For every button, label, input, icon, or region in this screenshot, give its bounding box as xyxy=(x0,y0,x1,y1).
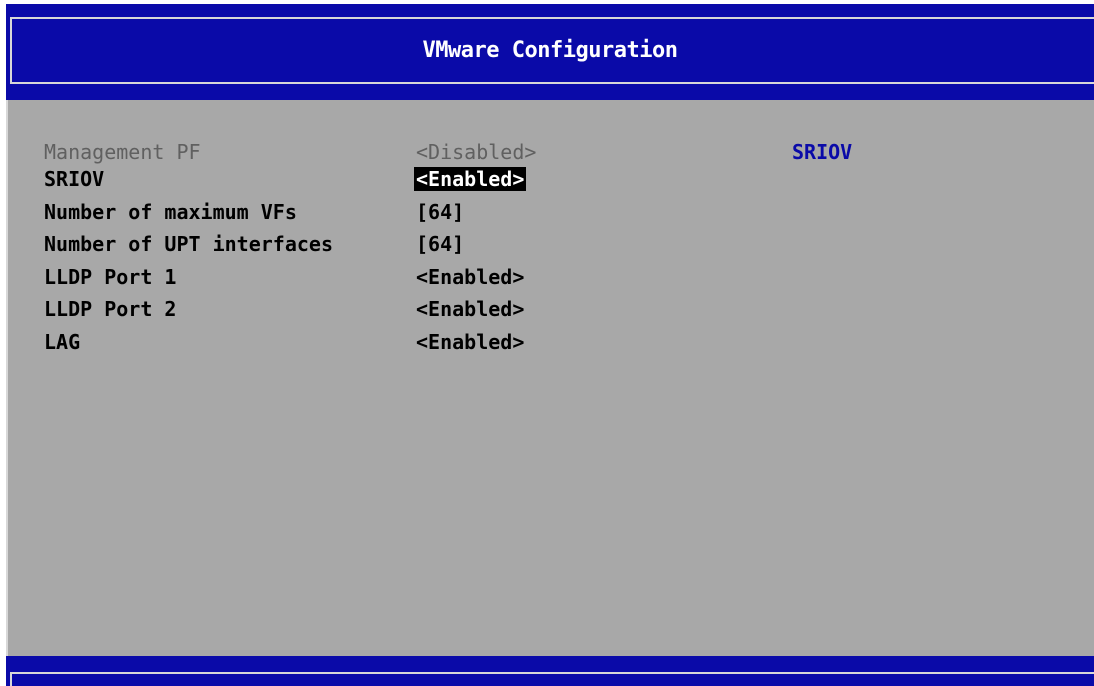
setting-value-management-pf[interactable]: <Disabled> xyxy=(416,140,536,164)
status-bar xyxy=(6,656,1094,686)
setting-label-lldp-port-2: LLDP Port 2 xyxy=(44,297,177,321)
help-text: SRIOV xyxy=(792,140,853,164)
setting-label-sriov: SRIOV xyxy=(44,167,105,191)
setting-value-max-vfs[interactable]: [64] xyxy=(416,200,464,224)
setting-label-max-vfs: Number of maximum VFs xyxy=(44,200,297,224)
setting-label-lldp-port-1: LLDP Port 1 xyxy=(44,265,177,289)
bios-setup-screen: VMware Configuration Management PF <Disa… xyxy=(0,0,1094,686)
settings-panel: Management PF <Disabled> SRIOV <Enabled>… xyxy=(6,100,1094,656)
setting-label-lag: LAG xyxy=(44,330,81,354)
setting-value-sriov[interactable]: <Enabled> xyxy=(414,167,527,191)
setting-value-lag[interactable]: <Enabled> xyxy=(416,330,524,354)
status-bar-frame xyxy=(10,672,1094,686)
setting-label-upt-interfaces: Number of UPT interfaces xyxy=(44,232,333,256)
window-title: VMware Configuration xyxy=(422,38,678,63)
setting-value-lldp-port-1[interactable]: <Enabled> xyxy=(416,265,524,289)
setting-label-management-pf: Management PF xyxy=(44,140,201,164)
title-bar: VMware Configuration xyxy=(6,4,1094,100)
setting-value-lldp-port-2[interactable]: <Enabled> xyxy=(416,297,524,321)
setting-value-upt-interfaces[interactable]: [64] xyxy=(416,232,464,256)
selected-value-highlight[interactable]: <Enabled> xyxy=(414,167,527,191)
